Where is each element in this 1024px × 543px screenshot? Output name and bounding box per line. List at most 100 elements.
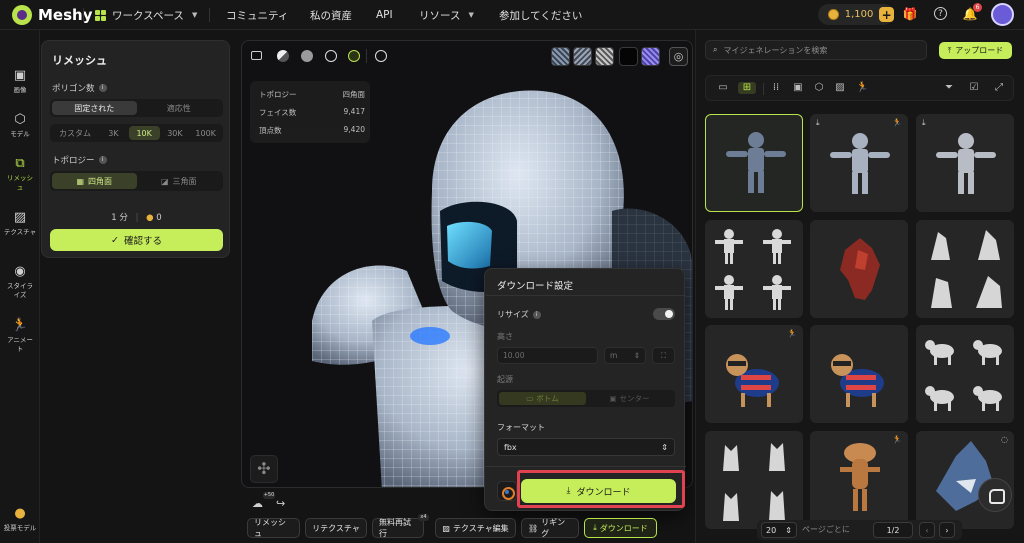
material-preview-purple[interactable] (641, 47, 660, 66)
nav-api-label: API (376, 9, 393, 21)
count-100k-option[interactable]: 100K (190, 126, 221, 140)
asset-card-quad[interactable] (916, 325, 1014, 423)
rail-item-remesh[interactable]: ⧉ リメッシュ (0, 156, 40, 192)
free-retry-button[interactable]: 無料再試行 (372, 518, 424, 538)
asset-card[interactable] (810, 220, 908, 318)
pose-figure-icon[interactable]: ✣ (250, 455, 278, 483)
format-select[interactable]: fbx ⇕ (497, 438, 675, 456)
add-credits-button[interactable]: + (879, 7, 894, 22)
logo[interactable]: Meshy (12, 5, 93, 25)
rail-item-animate[interactable]: 🏃 アニメート (0, 318, 40, 354)
shading-icon[interactable] (277, 50, 289, 62)
count-10k-option[interactable]: 10K (128, 126, 160, 140)
animation-filter-icon[interactable]: 🏃 (856, 82, 868, 94)
info-icon[interactable]: i (532, 310, 541, 319)
remesh-action-button[interactable]: リメッシュ (247, 518, 300, 538)
share-icon[interactable]: ↪ (276, 497, 285, 510)
download-action-button[interactable]: ⤓ ダウンロード (584, 518, 657, 538)
origin-center-option[interactable]: ▣ センター (586, 392, 673, 405)
wireframe-active-icon[interactable] (348, 50, 360, 62)
rail-item-vote[interactable]: ● 投票モデル (0, 506, 40, 533)
material-preview-1[interactable] (551, 47, 570, 66)
upload-cloud-icon[interactable]: ☁ (252, 497, 263, 510)
asset-card[interactable]: 🏃 (705, 325, 803, 423)
grid-view-icon[interactable]: ⊞ (738, 82, 756, 94)
asset-card-quad[interactable] (705, 220, 803, 318)
nav-my-assets[interactable]: 私の資産 (310, 0, 352, 30)
search-field[interactable]: ⌕ マイジェネレーションを検索 (705, 40, 927, 60)
all-items-icon[interactable]: ⁞⁞ (770, 82, 782, 94)
material-preview-3[interactable] (595, 47, 614, 66)
rigging-button[interactable]: ⛓ リギング (521, 518, 579, 538)
clay-icon[interactable] (301, 50, 313, 62)
origin-bottom-option[interactable]: ▭ ボトム (499, 392, 586, 405)
unit-select[interactable]: m ⇕ (604, 347, 646, 364)
nav-join[interactable]: 参加してください (499, 0, 582, 30)
mushroom-character-thumbnail (840, 443, 880, 511)
upload-button[interactable]: ⤒ アップロード (939, 42, 1012, 59)
format-label: フォーマット (497, 423, 545, 432)
asset-card-selected[interactable] (705, 114, 803, 212)
count-3k-option[interactable]: 3K (98, 126, 129, 140)
mode-adaptive-option[interactable]: 適応性 (137, 101, 222, 115)
triangle-grid-icon: ◪ (160, 176, 169, 186)
stat-value: 9,417 (343, 107, 365, 116)
edit-texture-button[interactable]: ▨ テクスチャ編集 (435, 518, 516, 538)
confirm-label: 確認する (123, 236, 162, 247)
next-page-button[interactable]: › (939, 522, 955, 538)
monitor-icon[interactable] (251, 51, 262, 60)
info-icon[interactable]: i (98, 84, 107, 92)
asset-card-quad[interactable] (705, 431, 803, 529)
topology-quad-option[interactable]: ▦ 四角面 (52, 173, 137, 189)
per-page-select[interactable]: 20 ⇕ (761, 522, 797, 538)
topology-tri-option[interactable]: ◪ 三角面 (137, 173, 222, 189)
material-preview-black[interactable] (619, 47, 638, 66)
rail-item-texture[interactable]: ▨ テクスチャ (0, 210, 40, 237)
blender-icon[interactable] (497, 481, 517, 501)
nav-resources[interactable]: リソース ▼ (419, 0, 474, 30)
asset-card[interactable]: ⤓ 🏃 (810, 114, 908, 212)
image-filter-icon[interactable]: ▣ (792, 82, 804, 94)
dog-variants-thumbnail (925, 340, 1002, 411)
nav-community[interactable]: コミュニティ (226, 0, 288, 30)
page-indicator[interactable]: 1/2 (873, 522, 913, 538)
wireframe-sphere-icon[interactable] (325, 50, 337, 62)
filter-icon[interactable]: ⏷ (943, 82, 955, 94)
divider (485, 295, 686, 296)
bell-icon[interactable]: 🔔 6 (962, 3, 982, 22)
globe-icon[interactable] (375, 50, 387, 62)
time-estimate: 1 分 (111, 213, 128, 223)
nav-workspace[interactable]: ワークスペース ▼ (95, 0, 197, 30)
chevron-updown-icon: ⇕ (785, 525, 792, 535)
lighting-icon[interactable]: ◎ (669, 47, 688, 66)
rail-item-model[interactable]: ⬡ モデル (0, 112, 40, 139)
asset-card[interactable]: ⤓ (916, 114, 1014, 212)
chat-support-button[interactable] (978, 478, 1012, 512)
fit-icon[interactable]: ⛶ (652, 347, 675, 364)
expand-icon[interactable]: ⤢ (993, 82, 1005, 94)
height-input[interactable]: 10.00 (497, 347, 598, 364)
nav-api[interactable]: API (376, 0, 393, 30)
help-icon[interactable]: ? (934, 7, 947, 20)
mode-fixed-option[interactable]: 固定された (52, 101, 137, 115)
resize-toggle[interactable] (653, 308, 675, 320)
asset-card-quad[interactable] (916, 220, 1014, 318)
select-icon[interactable]: ☑ (968, 82, 980, 94)
asset-card[interactable] (810, 325, 908, 423)
material-preview-2[interactable] (573, 47, 592, 66)
model-filter-icon[interactable]: ⬡ (813, 82, 825, 94)
texture-filter-icon[interactable]: ▨ (834, 82, 846, 94)
folder-icon[interactable]: ▭ (717, 82, 729, 94)
asset-card[interactable]: 🏃 (810, 431, 908, 529)
info-icon[interactable]: i (98, 156, 107, 164)
prev-page-button[interactable]: ‹ (919, 522, 935, 538)
rail-item-image[interactable]: ▣ 画像 (0, 68, 40, 95)
rail-item-stylize[interactable]: ◉ スタイライズ (0, 264, 40, 300)
count-30k-option[interactable]: 30K (160, 126, 191, 140)
credits-pill[interactable]: 1,100 + (818, 4, 894, 25)
confirm-button[interactable]: ✓ 確認する (50, 229, 223, 251)
gift-icon[interactable]: 🎁 (902, 6, 918, 22)
count-custom-option[interactable]: カスタム (52, 126, 98, 140)
avatar[interactable] (991, 3, 1014, 26)
retexture-button[interactable]: リテクスチャ (305, 518, 367, 538)
